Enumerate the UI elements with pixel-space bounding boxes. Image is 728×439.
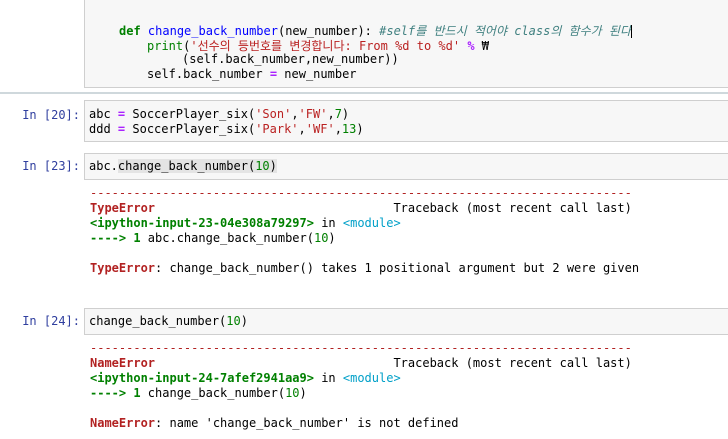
- code-line: ddd = SoccerPlayer_six('Park','WF',13): [89, 122, 364, 136]
- traceback-header: TypeError Traceback (most recent call la…: [90, 201, 632, 215]
- code-line: change_back_number(10): [89, 314, 248, 328]
- traceback-divider: ----------------------------------------…: [90, 341, 632, 355]
- error-message: TypeError: change_back_number() takes 1 …: [90, 261, 640, 275]
- traceback-header: NameError Traceback (most recent call la…: [90, 356, 632, 370]
- code-cell-23[interactable]: abc.change_back_number(10): [84, 153, 728, 180]
- traceback-location: <ipython-input-24-7afef2941aa9> in <modu…: [90, 371, 401, 385]
- input-prompt: In [20]:: [22, 108, 80, 122]
- code-line: abc = SoccerPlayer_six('Son','FW',7): [89, 107, 350, 121]
- traceback-arrow-line: ----> 1 change_back_number(10): [90, 386, 307, 400]
- traceback-divider: ----------------------------------------…: [90, 186, 632, 200]
- code-cell-def[interactable]: def change_back_number(new_number): #sel…: [84, 0, 728, 88]
- traceback-arrow-line: ----> 1 abc.change_back_number(10): [90, 231, 336, 245]
- traceback-location: <ipython-input-23-04e308a79297> in <modu…: [90, 216, 401, 230]
- code-cell-20[interactable]: abc = SoccerPlayer_six('Son','FW',7) ddd…: [84, 100, 728, 142]
- code-cell-24[interactable]: change_back_number(10): [84, 308, 728, 335]
- input-prompt: In [23]:: [22, 159, 80, 173]
- cell-separator: [0, 92, 728, 94]
- code-line: self.back_number = new_number: [147, 67, 357, 81]
- text-cursor: [631, 25, 633, 38]
- selection-highlight: change_back_number(10): [117, 159, 277, 173]
- code-line: abc.change_back_number(10): [89, 159, 277, 173]
- code-line: (self.back_number,new_number)): [182, 52, 399, 66]
- error-message: NameError: name 'change_back_number' is …: [90, 416, 459, 430]
- input-prompt: In [24]:: [22, 314, 80, 328]
